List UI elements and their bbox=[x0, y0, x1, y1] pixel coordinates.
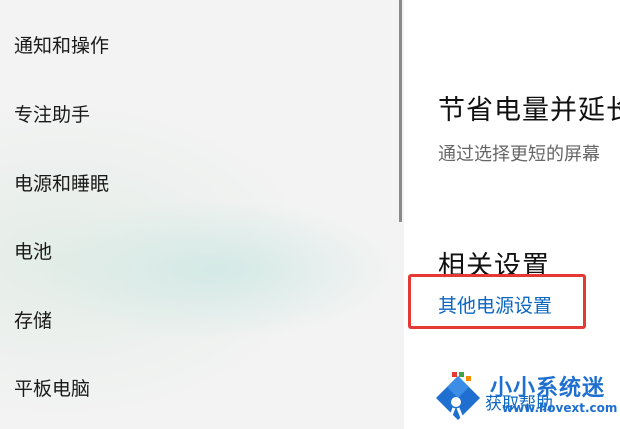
site-watermark: 小小系统迷 www.llovext.com bbox=[430, 366, 620, 426]
sidebar-item-storage[interactable]: 存储 bbox=[14, 301, 384, 341]
sidebar-item-tablet[interactable]: 平板电脑 bbox=[14, 369, 384, 409]
sidebar-scrollbar[interactable] bbox=[399, 0, 402, 222]
highlight-annotation-box bbox=[408, 274, 586, 329]
settings-content: 节省电量并延长 通过选择更短的屏幕 相关设置 其他电源设置 bbox=[404, 0, 620, 429]
power-saving-heading: 节省电量并延长 bbox=[438, 95, 620, 126]
sidebar-item-notifications[interactable]: 通知和操作 bbox=[14, 26, 384, 66]
power-saving-description: 通过选择更短的屏幕 bbox=[438, 144, 600, 165]
sidebar-item-focus-assist[interactable]: 专注助手 bbox=[14, 95, 384, 135]
sidebar-item-power-sleep[interactable]: 电源和睡眠 bbox=[14, 164, 384, 204]
settings-sidebar: 通知和操作 专注助手 电源和睡眠 电池 存储 平板电脑 bbox=[0, 0, 404, 429]
watermark-url: www.llovext.com bbox=[502, 401, 618, 415]
sidebar-item-battery[interactable]: 电池 bbox=[14, 232, 384, 272]
watermark-logo-icon bbox=[436, 372, 480, 420]
watermark-title: 小小系统迷 bbox=[490, 376, 606, 401]
